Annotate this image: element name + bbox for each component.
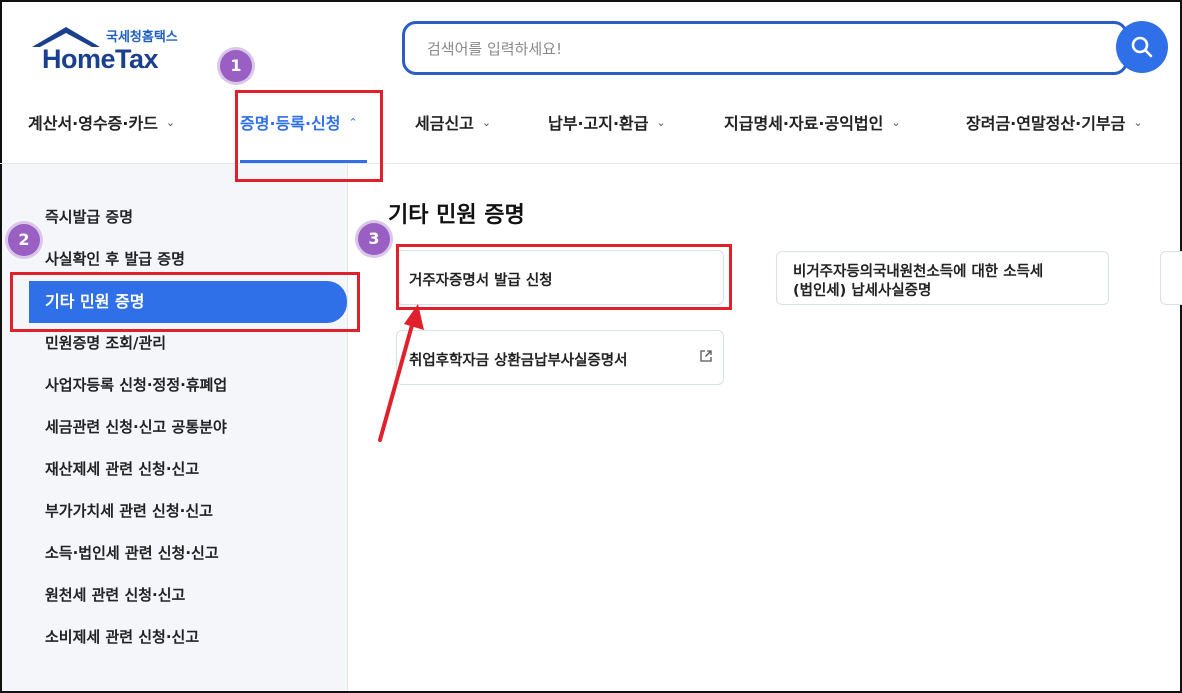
nav-item-statement[interactable]: 지급명세·자료·공익법인 ⌄ (724, 110, 901, 134)
highlight-box-card (396, 244, 732, 310)
sidebar-item-vat[interactable]: 부가가치세 관련 신청·신고 (45, 500, 213, 521)
chevron-down-icon: ⌄ (656, 115, 666, 129)
nav-label: 세금신고 (415, 114, 474, 133)
sidebar-item-property[interactable]: 재산제세 관련 신청·신고 (45, 458, 199, 479)
sidebar-item-civil-manage[interactable]: 민원증명 조회/관리 (45, 332, 166, 353)
sidebar-item-consumption[interactable]: 소비제세 관련 신청·신고 (45, 626, 199, 647)
nav-item-invoice[interactable]: 계산서·영수증·카드 ⌄ (28, 110, 175, 134)
chevron-down-icon: ⌄ (1133, 115, 1143, 129)
nav-label: 장려금·연말정산·기부금 (966, 114, 1126, 133)
nav-item-payment[interactable]: 납부·고지·환급 ⌄ (548, 110, 666, 134)
sidebar-item-withholding[interactable]: 원천세 관련 신청·신고 (45, 584, 185, 605)
search-button[interactable] (1116, 21, 1168, 73)
sidebar-item-instant[interactable]: 즉시발급 증명 (45, 206, 133, 227)
search-icon (1131, 36, 1153, 58)
card-student-loan-proof[interactable]: 취업후학자금 상환금납부사실증명서 (396, 330, 724, 385)
sidebar-item-business-reg[interactable]: 사업자등록 신청·정정·휴폐업 (45, 374, 227, 395)
logo-title: HomeTax (42, 44, 159, 74)
external-link-icon (700, 350, 712, 362)
card-nonresident-tax-proof[interactable]: 비거주자등의국내원천소득에 대한 소득세 (법인세) 납세사실증명 (776, 251, 1109, 305)
step-badge-1: 1 (220, 50, 252, 82)
search-box (402, 21, 1128, 75)
hometax-logo[interactable]: 국세청홈택스 HomeTax (28, 22, 198, 78)
step-badge-3: 3 (358, 223, 390, 255)
highlight-box-sidebar (10, 272, 360, 332)
nav-item-incentive[interactable]: 장려금·연말정산·기부금 ⌄ (966, 110, 1143, 134)
logo-subtitle: 국세청홈택스 (106, 30, 178, 45)
card-label-line1: 비거주자등의국내원천소득에 대한 소득세 (793, 264, 1044, 280)
nav-label: 납부·고지·환급 (548, 114, 649, 133)
page-title: 기타 민원 증명 (388, 203, 525, 228)
highlight-box-nav (235, 90, 383, 182)
sidebar: 즉시발급 증명 사실확인 후 발급 증명 기타 민원 증명 민원증명 조회/관리… (2, 164, 348, 691)
card-partial-offscreen[interactable] (1160, 251, 1182, 305)
nav-item-tax-report[interactable]: 세금신고 ⌄ (415, 110, 491, 134)
step-badge-2: 2 (8, 224, 40, 256)
sidebar-item-fact-check[interactable]: 사실확인 후 발급 증명 (45, 248, 185, 269)
search-input[interactable] (427, 37, 1077, 61)
chevron-down-icon: ⌄ (891, 115, 901, 129)
nav-label: 계산서·영수증·카드 (28, 114, 158, 133)
sidebar-item-common[interactable]: 세금관련 신청·신고 공통분야 (45, 416, 227, 437)
chevron-down-icon: ⌄ (481, 115, 492, 129)
card-label-line2: (법인세) 납세사실증명 (793, 283, 932, 299)
sidebar-item-income[interactable]: 소득·법인세 관련 신청·신고 (45, 542, 219, 563)
red-arrow-annotation (378, 304, 424, 442)
main-nav: 계산서·영수증·카드 ⌄ 증명·등록·신청 ⌃ 세금신고 ⌄ 납부·고지·환급 … (0, 100, 1180, 163)
card-label: 취업후학자금 상환금납부사실증명서 (409, 353, 628, 369)
chevron-down-icon: ⌄ (165, 115, 176, 129)
nav-label: 지급명세·자료·공익법인 (724, 114, 884, 133)
